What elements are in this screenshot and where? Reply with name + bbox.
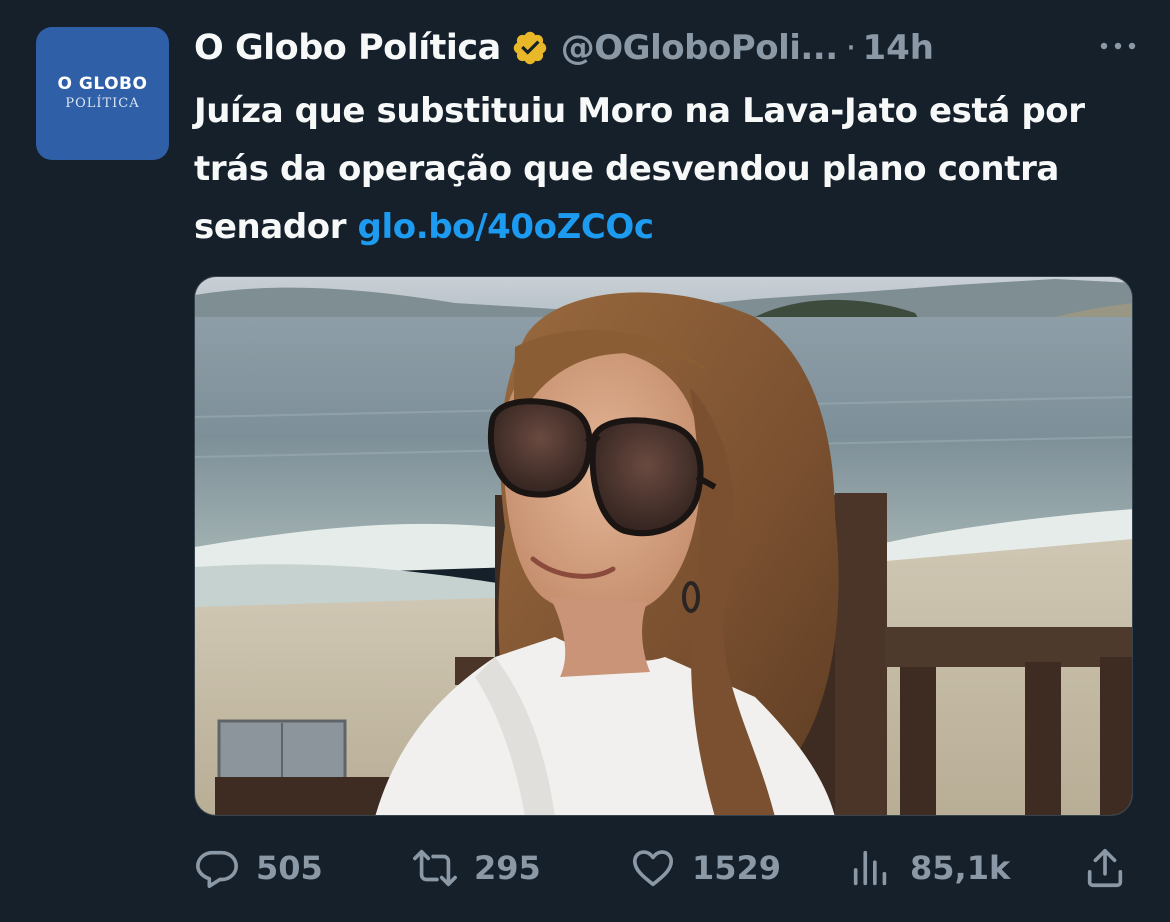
separator-dot: · bbox=[845, 28, 857, 68]
like-count: 1529 bbox=[692, 849, 782, 887]
tweet-photo[interactable] bbox=[194, 276, 1133, 816]
reply-count: 505 bbox=[256, 849, 323, 887]
more-options-icon[interactable] bbox=[1096, 34, 1140, 58]
tweet-actions: 505 295 1529 85,1k bbox=[194, 838, 1134, 898]
photo-woman-beach bbox=[195, 277, 1132, 815]
avatar[interactable]: O GLOBO POLÍTICA bbox=[36, 27, 169, 160]
tweet-text: Juíza que substituiu Moro na Lava-Jato e… bbox=[194, 82, 1134, 256]
tweet-card[interactable]: O GLOBO POLÍTICA O Globo Política @OGlob… bbox=[0, 0, 1170, 922]
heart-icon bbox=[632, 850, 674, 887]
like-button[interactable]: 1529 bbox=[630, 838, 781, 898]
retweet-count: 295 bbox=[474, 849, 541, 887]
avatar-brand-text: O GLOBO bbox=[57, 73, 148, 94]
reply-icon bbox=[196, 850, 238, 889]
tweet-header: O Globo Política @OGloboPoli... · 14h bbox=[194, 22, 934, 74]
retweet-button[interactable]: 295 bbox=[412, 838, 541, 898]
share-button[interactable] bbox=[1082, 838, 1128, 898]
account-handle[interactable]: @OGloboPoli... bbox=[561, 28, 838, 68]
views-count: 85,1k bbox=[910, 849, 1011, 887]
verified-badge-icon[interactable] bbox=[511, 29, 549, 67]
views-chart-icon bbox=[853, 850, 887, 886]
avatar-sub-text: POLÍTICA bbox=[65, 95, 140, 111]
tweet-link[interactable]: glo.bo/40oZCOc bbox=[358, 207, 655, 247]
display-name[interactable]: O Globo Política bbox=[194, 28, 501, 68]
share-icon bbox=[1087, 848, 1123, 888]
retweet-icon bbox=[413, 849, 457, 887]
timestamp[interactable]: 14h bbox=[862, 28, 934, 68]
reply-button[interactable]: 505 bbox=[194, 838, 323, 898]
views-button[interactable]: 85,1k bbox=[848, 838, 1010, 898]
